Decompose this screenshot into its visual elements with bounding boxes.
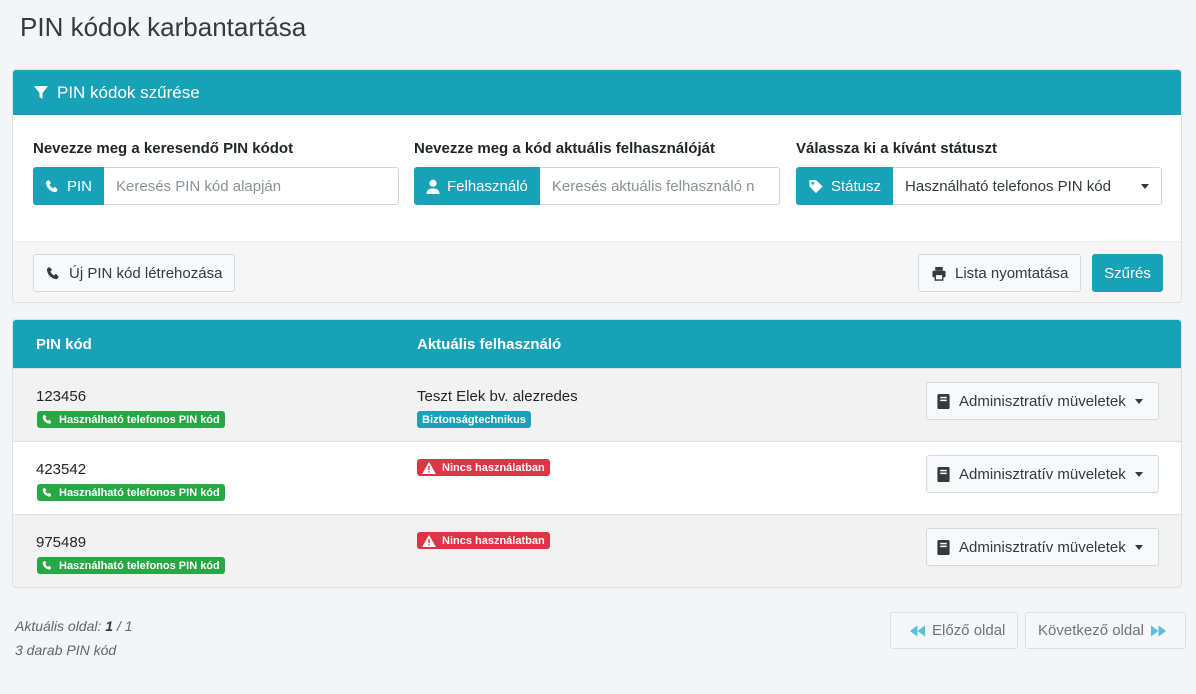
pagination-info: Aktuális oldal: 1 / 1 3 darab PIN kód <box>15 614 133 662</box>
filter-footer: Új PIN kód létrehozása Lista nyomtatása … <box>13 241 1181 302</box>
pin-search-input[interactable]: Keresés PIN kód alapján <box>104 167 399 205</box>
total-pages: / 1 <box>116 618 133 634</box>
pin-addon-label: PIN <box>67 177 93 195</box>
not-in-use-badge: Nincs használatban <box>417 459 550 476</box>
book-icon <box>937 393 950 409</box>
filter-body: Nevezze meg a keresendő PIN kódot PIN Ke… <box>13 115 1181 241</box>
filter-header-title: PIN kódok szűrése <box>57 82 200 102</box>
warning-icon <box>422 534 436 547</box>
forward-icon <box>1150 624 1166 637</box>
admin-actions-button[interactable]: Adminisztratív müveletek <box>926 455 1159 493</box>
user-search-input[interactable]: Keresés aktuális felhasználó n <box>539 167 780 205</box>
pin-table: PIN kód Aktuális felhasználó 123456 Hasz… <box>12 319 1182 588</box>
pin-filter-group: Nevezze meg a keresendő PIN kódot PIN Ke… <box>33 140 399 205</box>
filter-header[interactable]: PIN kódok szűrése <box>13 70 1181 115</box>
status-addon: Státusz <box>796 167 894 205</box>
status-badge: Használható telefonos PIN kód <box>37 484 225 501</box>
print-list-button-label: Lista nyomtatása <box>955 264 1069 282</box>
book-icon <box>937 466 950 482</box>
page-title: PIN kódok karbantartása <box>20 12 307 42</box>
phone-icon <box>42 487 52 497</box>
table-row: 423542 Használható telefonos PIN kód Nin… <box>13 441 1181 514</box>
pin-value: 423542 <box>36 461 87 478</box>
status-filter-label: Válassza ki a kívánt státuszt <box>796 140 997 157</box>
user-addon: Felhasználó <box>414 167 540 205</box>
pin-addon: PIN <box>33 167 105 205</box>
new-pin-button[interactable]: Új PIN kód létrehozása <box>33 254 236 292</box>
chevron-down-icon <box>1134 544 1143 550</box>
pin-filter-label: Nevezze meg a keresendő PIN kódot <box>33 140 294 157</box>
filter-icon <box>34 85 48 99</box>
user-filter-label: Nevezze meg a kód aktuális felhasználójá… <box>414 140 715 157</box>
result-count: 3 darab PIN kód <box>15 642 117 658</box>
current-user: Teszt Elek bv. alezredes <box>417 388 578 405</box>
new-pin-button-label: Új PIN kód létrehozása <box>69 264 223 282</box>
not-in-use-badge: Nincs használatban <box>417 532 550 549</box>
status-select-value: Használható telefonos PIN kód <box>905 177 1111 195</box>
filter-button[interactable]: Szűrés <box>1092 254 1163 292</box>
phone-icon <box>42 560 52 570</box>
print-list-button[interactable]: Lista nyomtatása <box>918 254 1082 292</box>
next-page-button[interactable]: Következő oldal <box>1025 612 1186 649</box>
status-select[interactable]: Használható telefonos PIN kód <box>893 167 1162 205</box>
chevron-down-icon <box>1134 471 1143 477</box>
chevron-down-icon <box>1141 183 1149 189</box>
current-page: 1 <box>105 618 114 634</box>
pin-value: 123456 <box>36 388 87 405</box>
column-header-user: Aktuális felhasználó <box>417 336 562 353</box>
phone-icon <box>42 414 52 424</box>
warning-icon <box>422 461 436 474</box>
pin-value: 975489 <box>36 534 87 551</box>
admin-actions-button[interactable]: Adminisztratív müveletek <box>926 382 1159 420</box>
phone-icon <box>45 179 58 192</box>
role-badge: Biztonságtechnikus <box>417 411 531 428</box>
table-header: PIN kód Aktuális felhasználó <box>13 320 1181 368</box>
admin-actions-button[interactable]: Adminisztratív müveletek <box>926 528 1159 566</box>
user-addon-label: Felhasználó <box>447 177 528 195</box>
user-filter-group: Nevezze meg a kód aktuális felhasználójá… <box>414 140 780 205</box>
book-icon <box>937 539 950 555</box>
table-row: 123456 Használható telefonos PIN kód Tes… <box>13 368 1181 441</box>
column-header-pin: PIN kód <box>36 336 92 353</box>
status-filter-group: Válassza ki a kívánt státuszt Státusz Ha… <box>796 140 1162 205</box>
table-row: 975489 Használható telefonos PIN kód Nin… <box>13 514 1181 587</box>
status-badge: Használható telefonos PIN kód <box>37 411 225 428</box>
status-badge: Használható telefonos PIN kód <box>37 557 225 574</box>
status-addon-label: Státusz <box>831 177 882 195</box>
tag-icon <box>809 179 823 193</box>
filter-card: PIN kódok szűrése Nevezze meg a keresend… <box>12 69 1182 303</box>
user-icon <box>426 179 440 194</box>
phone-icon <box>46 266 59 279</box>
prev-page-button[interactable]: Előző oldal <box>890 612 1019 649</box>
current-page-label: Aktuális oldal: <box>15 618 102 634</box>
backward-icon <box>909 624 926 637</box>
print-icon <box>932 266 946 281</box>
chevron-down-icon <box>1134 398 1143 404</box>
